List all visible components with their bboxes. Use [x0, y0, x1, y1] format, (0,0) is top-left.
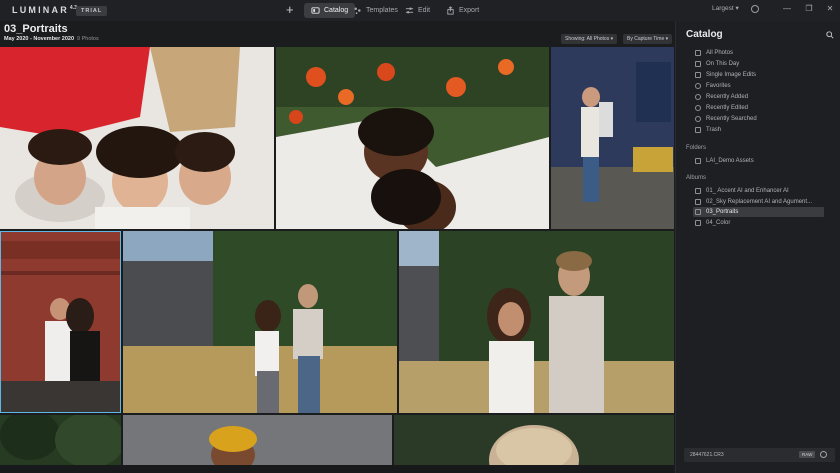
photo-couple-laughing [399, 231, 674, 413]
album-icon [695, 188, 701, 194]
thumbnail-size-select[interactable]: Largest ▾ [712, 4, 739, 12]
album-item[interactable]: 02_Sky Replacement AI and Agument... [695, 197, 812, 207]
album-title: 03_Portraits [4, 23, 68, 35]
photo-man-yellow-beanie [123, 415, 392, 465]
albums-header: Albums [686, 175, 707, 181]
grid-bottom-bar [0, 465, 674, 473]
clock-icon [695, 105, 701, 111]
search-icon[interactable] [826, 31, 834, 39]
file-info-bar: 28447621.CR3 RAW [684, 448, 835, 462]
folder-icon [695, 158, 701, 164]
add-button[interactable]: + [286, 3, 294, 17]
photo-thumbnail[interactable] [0, 47, 274, 229]
shortcut-recently-edited[interactable]: Recently Edited [695, 103, 748, 113]
panel-title: Catalog [686, 29, 723, 40]
close-button[interactable]: ✕ [825, 4, 835, 14]
album-subtitle: May 2020 - November 2020 9 Photos [4, 36, 99, 42]
tab-export[interactable]: Export [439, 3, 486, 18]
tab-templates-label: Templates [366, 7, 398, 14]
raw-badge: RAW [799, 451, 816, 458]
catalog-panel: Catalog All Photos On This Day Single Im… [675, 21, 840, 473]
search-history-icon [695, 116, 701, 122]
photo-thumbnail-selected[interactable] [0, 231, 121, 413]
photo-thumbnail[interactable] [551, 47, 674, 229]
tab-templates[interactable]: Templates [346, 3, 405, 18]
app-logo: LUMINAR4.3 [12, 5, 77, 15]
templates-icon [354, 7, 361, 15]
album-item-active[interactable]: 03_Portraits [693, 207, 824, 217]
album-icon [695, 199, 701, 205]
shortcut-recently-searched[interactable]: Recently Searched [695, 114, 757, 124]
image-icon [695, 72, 701, 78]
photos-icon [695, 50, 701, 56]
date-range: May 2020 - November 2020 [4, 36, 75, 42]
folder-item[interactable]: LAI_Demo Assets [695, 156, 754, 166]
tab-catalog-label: Catalog [324, 7, 349, 14]
album-item[interactable]: 04_Color [695, 218, 730, 228]
tab-edit[interactable]: Edit [398, 3, 437, 18]
shortcut-single-image-edits[interactable]: Single Image Edits [695, 70, 756, 80]
heart-icon [695, 83, 701, 89]
photo-thumbnail[interactable] [123, 415, 392, 465]
minimize-button[interactable]: — [782, 4, 792, 14]
restore-button[interactable]: ❐ [804, 4, 814, 14]
photo-two-women [276, 47, 549, 229]
photo-woman-portrait [394, 415, 674, 465]
filter-dropdown[interactable]: Showing: All Photos ▾ [561, 34, 618, 44]
photo-thumbnail[interactable] [399, 231, 674, 413]
export-icon [447, 6, 454, 15]
sliders-icon [405, 7, 414, 14]
album-icon [695, 209, 701, 215]
folders-header: Folders [686, 145, 707, 151]
trash-icon [695, 127, 701, 133]
tab-edit-label: Edit [418, 7, 431, 14]
photo-thumbnail[interactable] [0, 415, 121, 465]
shortcut-on-this-day[interactable]: On This Day [695, 59, 739, 69]
info-icon[interactable] [751, 5, 759, 13]
trial-badge: TRIAL [76, 6, 108, 16]
shortcut-recently-added[interactable]: Recently Added [695, 92, 748, 102]
sort-dropdown[interactable]: By Capture Time ▾ [623, 34, 673, 44]
album-icon [695, 220, 701, 226]
shortcut-all-photos[interactable]: All Photos [695, 48, 733, 58]
shortcut-trash[interactable]: Trash [695, 125, 721, 135]
top-bar: LUMINAR4.3 TRIAL + Catalog Templates Edi… [0, 0, 840, 21]
photo-trees [0, 415, 121, 465]
album-item[interactable]: 01_ Accent AI and Enhancer AI [695, 186, 789, 196]
catalog-icon [311, 7, 320, 14]
photo-couple-red-railcar [0, 231, 121, 413]
photo-couple-train [551, 47, 674, 229]
photo-count: 9 Photos [77, 36, 99, 42]
tab-export-label: Export [459, 7, 480, 14]
photo-thumbnail[interactable] [394, 415, 674, 465]
photo-thumbnail[interactable] [276, 47, 549, 229]
photo-family-portrait [0, 47, 274, 229]
photo-thumbnail[interactable] [123, 231, 397, 413]
photo-couple-walking [123, 231, 397, 413]
calendar-icon [695, 61, 701, 67]
info-icon[interactable] [820, 451, 827, 458]
shortcut-favorites[interactable]: Favorites [695, 81, 731, 91]
file-name: 28447621.CR3 [690, 452, 724, 458]
clock-icon [695, 94, 701, 100]
